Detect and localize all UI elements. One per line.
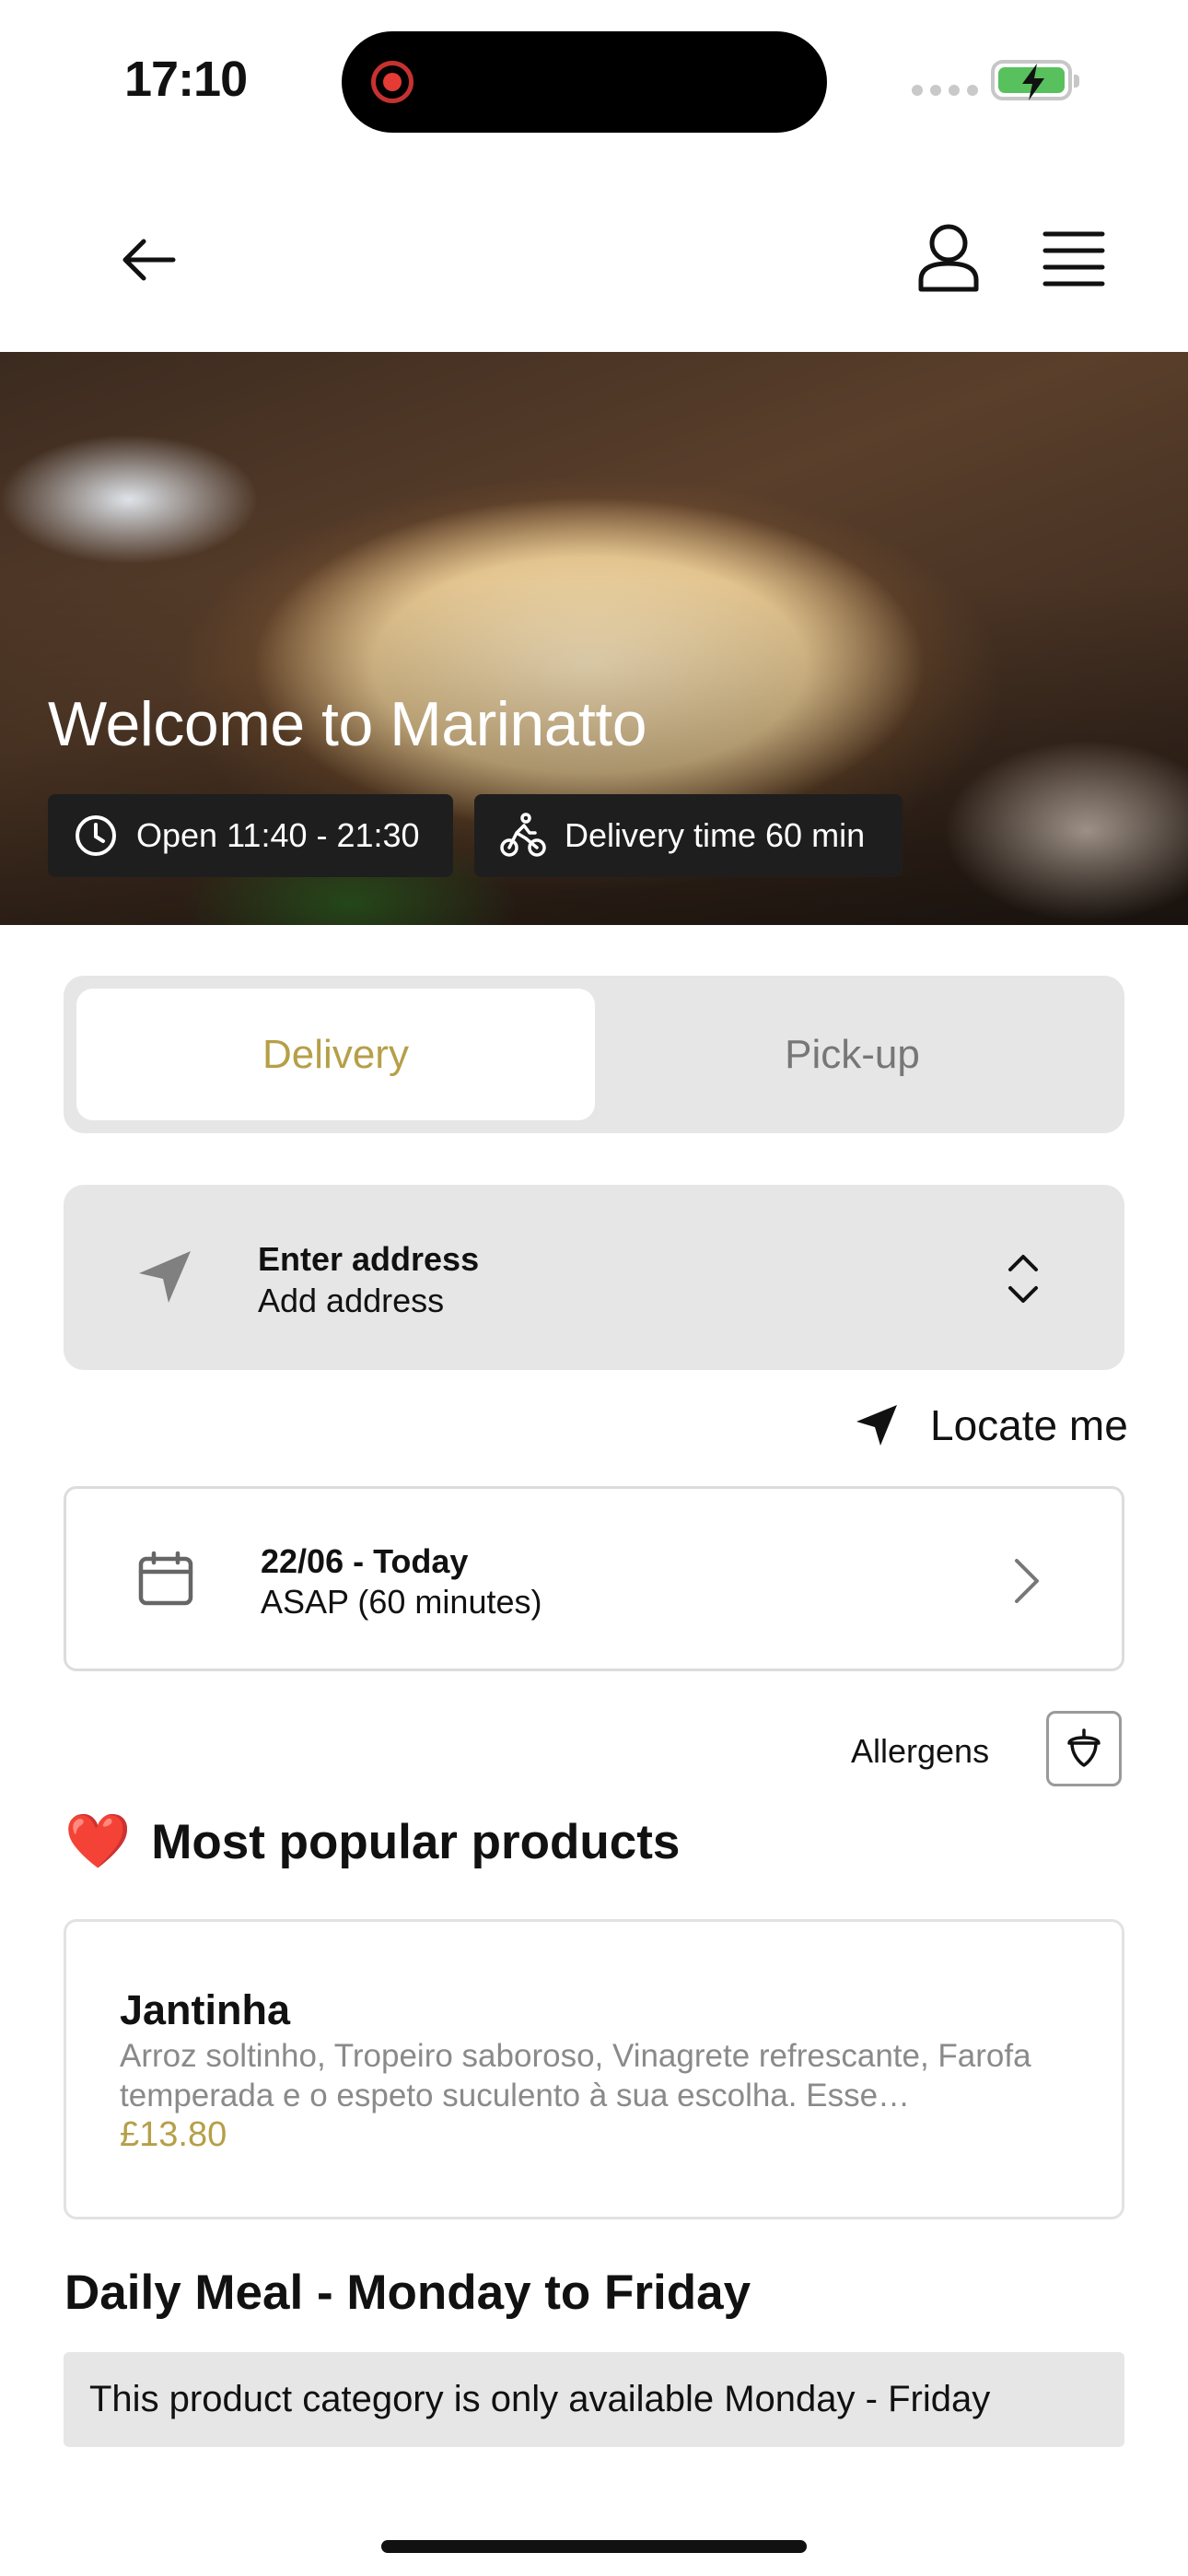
locate-me-button[interactable]: Locate me (855, 1400, 1128, 1450)
heart-icon: ❤️ (64, 1811, 132, 1871)
address-title: Enter address (258, 1240, 480, 1278)
hero-title: Welcome to Marinatto (48, 689, 647, 759)
bicycle-rider-icon (500, 813, 546, 857)
calendar-icon (138, 1551, 193, 1606)
schedule-time: ASAP (60 minutes) (261, 1583, 542, 1621)
clock-icon (76, 815, 116, 856)
acorn-icon (1067, 1728, 1101, 1767)
signal-icon (912, 85, 978, 96)
address-selector[interactable]: Enter address Add address (64, 1185, 1124, 1370)
account-button[interactable] (912, 221, 985, 295)
status-time: 17:10 (124, 52, 248, 107)
chevron-right-icon (1015, 1559, 1039, 1603)
order-mode-toggle: Delivery Pick-up (64, 976, 1124, 1133)
location-arrow-icon (139, 1251, 191, 1303)
address-subtitle: Add address (258, 1282, 445, 1319)
popular-title-text: Most popular products (151, 1814, 681, 1869)
availability-notice-text: This product category is only available … (89, 2379, 991, 2419)
product-card[interactable]: Jantinha Arroz soltinho, Tropeiro saboro… (64, 1919, 1124, 2219)
delivery-time-text: Delivery time 60 min (565, 816, 866, 854)
product-price: £13.80 (120, 2115, 227, 2154)
home-indicator[interactable] (381, 2540, 807, 2553)
availability-notice: This product category is only available … (64, 2352, 1124, 2447)
location-arrow-icon (856, 1405, 897, 1446)
allergens-label: Allergens (851, 1732, 990, 1770)
delivery-time-badge: Delivery time 60 min (474, 794, 903, 877)
menu-button[interactable] (1042, 228, 1105, 289)
daily-meal-title: Daily Meal - Monday to Friday (64, 2266, 751, 2320)
dynamic-island (342, 31, 827, 133)
schedule-date: 22/06 - Today (261, 1542, 469, 1580)
product-description: Arroz soltinho, Tropeiro saboroso, Vinag… (120, 2038, 1031, 2113)
back-button[interactable] (118, 228, 182, 293)
delivery-option[interactable]: Delivery (76, 989, 595, 1120)
opening-hours-text: Open 11:40 - 21:30 (136, 816, 420, 854)
hero-banner: Welcome to Marinatto Open 11:40 - 21:30 … (0, 352, 1188, 925)
arrow-left-icon (122, 239, 176, 281)
screen-recording-icon (371, 61, 413, 103)
allergens-button[interactable] (1046, 1711, 1122, 1786)
hamburger-menu-icon (1042, 231, 1105, 287)
user-icon (918, 224, 979, 292)
popular-section-title: ❤️ Most popular products (64, 1810, 680, 1873)
opening-hours-badge: Open 11:40 - 21:30 (48, 794, 453, 877)
locate-me-label: Locate me (930, 1401, 1128, 1449)
battery-charging-icon (991, 60, 1079, 100)
product-name: Jantinha (120, 1986, 291, 2033)
pickup-option[interactable]: Pick-up (593, 989, 1112, 1120)
schedule-selector[interactable]: 22/06 - Today ASAP (60 minutes) (64, 1486, 1124, 1671)
chevron-up-down-icon (1008, 1255, 1038, 1303)
